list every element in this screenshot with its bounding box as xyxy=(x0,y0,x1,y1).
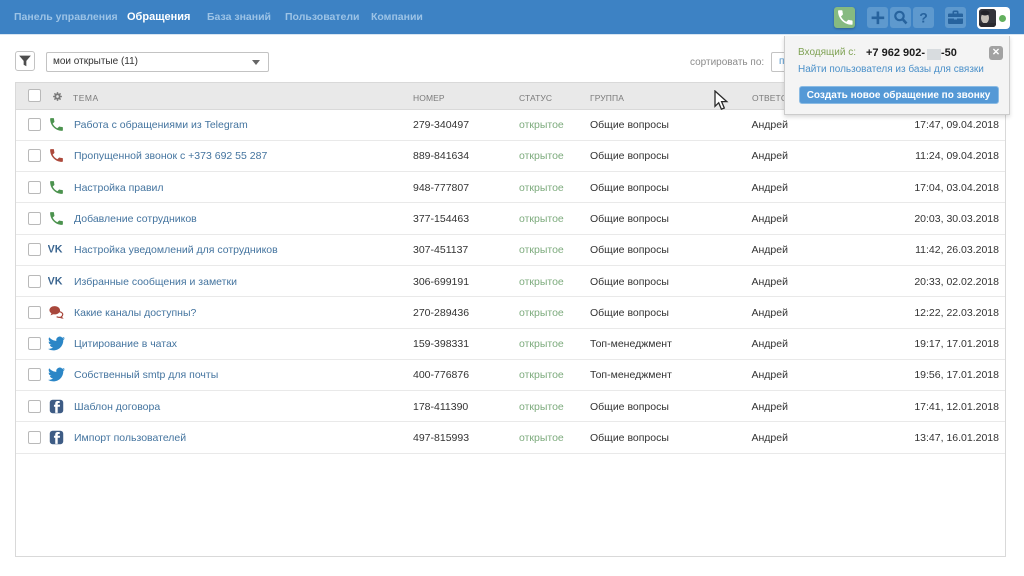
svg-text:VK: VK xyxy=(48,275,63,287)
svg-text:?: ? xyxy=(919,10,928,26)
svg-text:VK: VK xyxy=(48,244,63,256)
